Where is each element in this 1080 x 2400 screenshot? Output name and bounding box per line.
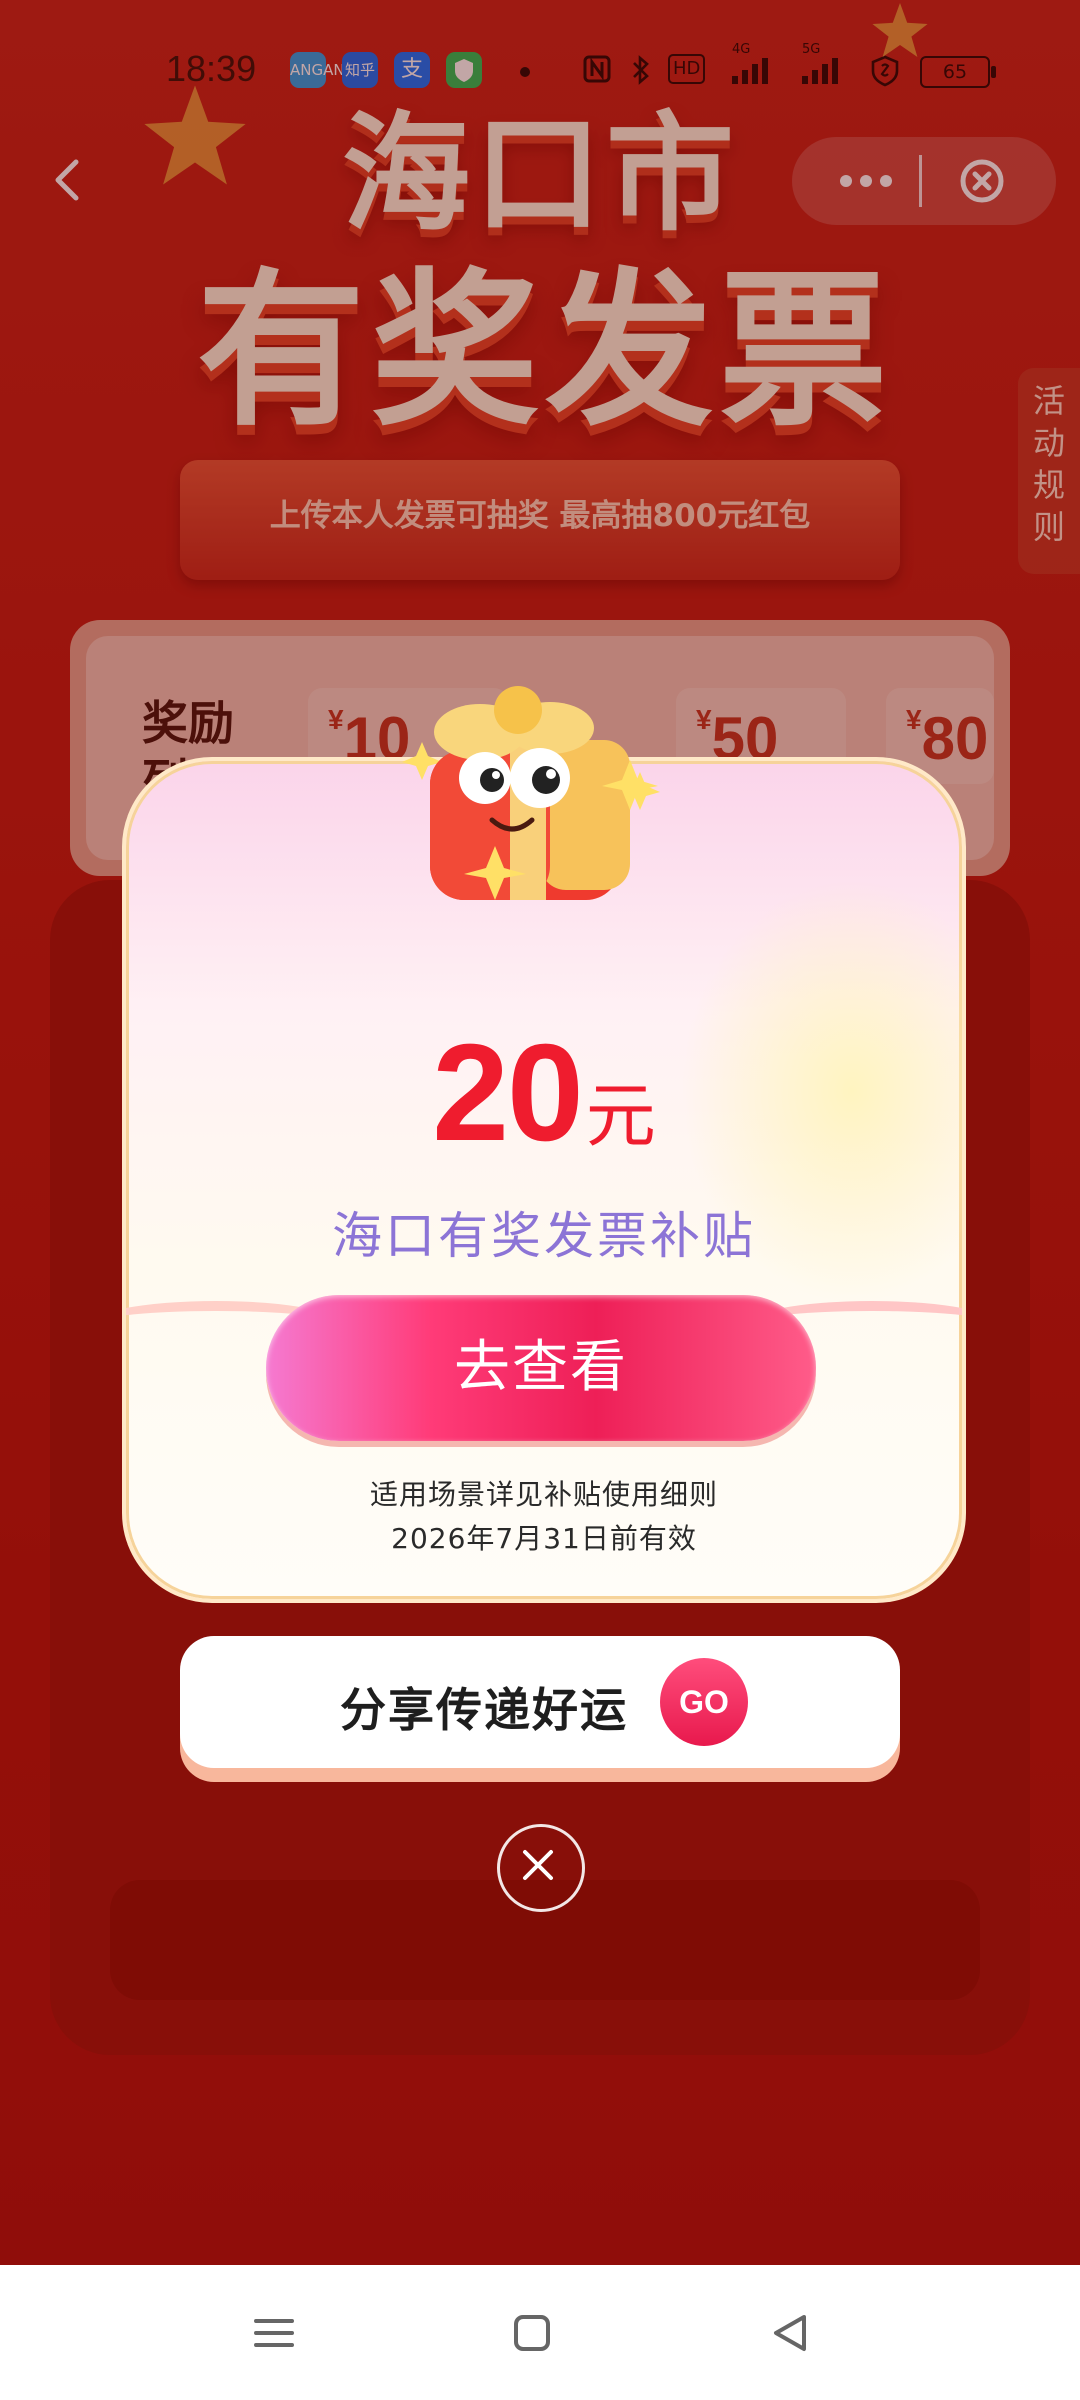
gift-box-mascot-icon: [402, 686, 660, 900]
reward-amount-unit: 元: [585, 1077, 656, 1155]
reward-amount-number: 20: [432, 1016, 583, 1170]
close-icon: [523, 1850, 553, 1880]
go-button[interactable]: GO: [660, 1658, 748, 1746]
system-nav-bar: [0, 2265, 1080, 2400]
menu-icon: [254, 2319, 294, 2347]
back-triangle-icon: [774, 2315, 806, 2351]
validity-note: 2026年7月31日前有效: [391, 1522, 697, 1555]
share-label: 分享传递好运: [340, 1683, 628, 1737]
share-bar[interactable]: 分享传递好运 GO: [180, 1636, 900, 1768]
reward-amount: 20元: [126, 1014, 962, 1173]
close-popup-button[interactable]: [497, 1824, 585, 1912]
view-button[interactable]: 去查看: [266, 1295, 816, 1441]
usage-note: 适用场景详见补贴使用细则: [369, 1478, 718, 1511]
home-nav-button[interactable]: [502, 2303, 562, 2363]
menu-nav-button[interactable]: [244, 2303, 304, 2363]
popup-note: 适用场景详见补贴使用细则 2026年7月31日前有效: [126, 1473, 962, 1561]
app-screen: 18:39 ANGAN 知乎 支 HD 4G 5G 65 海口市 有奖发票 上传…: [0, 0, 1080, 2265]
back-nav-button[interactable]: [760, 2303, 820, 2363]
subsidy-name: 海口有奖发票补贴: [332, 1207, 756, 1265]
home-square-icon: [514, 2315, 550, 2351]
